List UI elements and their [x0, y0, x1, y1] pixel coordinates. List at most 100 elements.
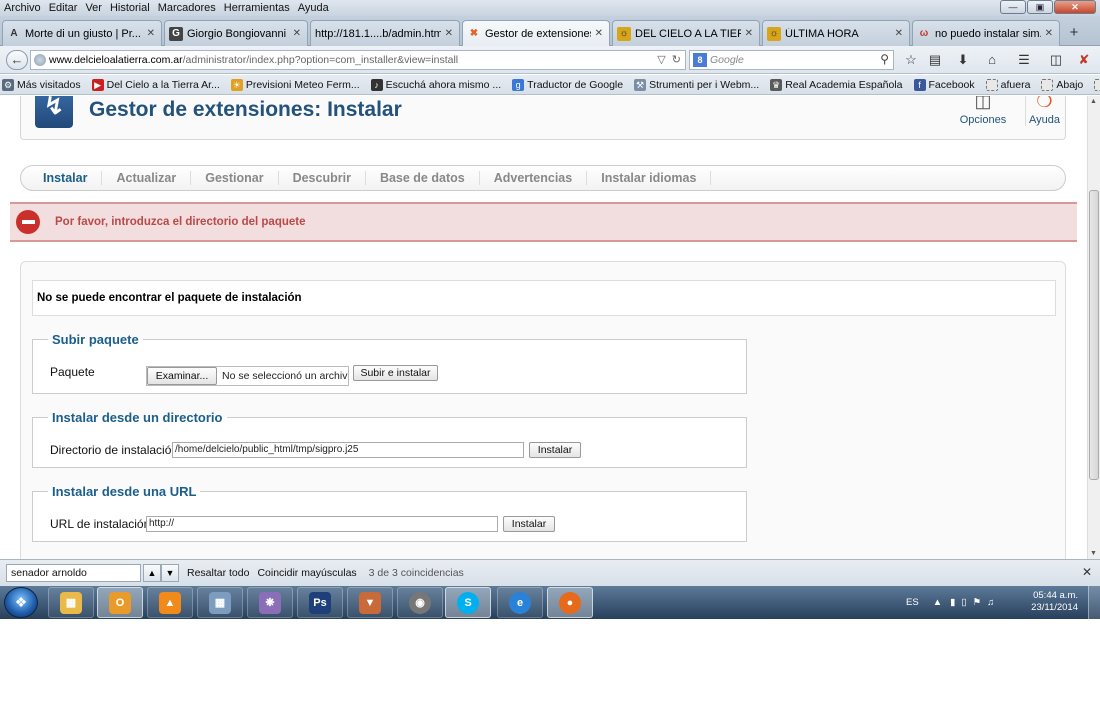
bookmark-arriba[interactable]: arriba	[1092, 78, 1100, 91]
tab-actualizar[interactable]: Actualizar	[102, 171, 192, 185]
highlight-all-button[interactable]: Resaltar todo	[187, 567, 249, 579]
menu-historial[interactable]: Historial	[106, 2, 154, 14]
tab-close-icon[interactable]: ✕	[745, 28, 753, 39]
taskbar-explorer[interactable]: ▦	[48, 587, 94, 618]
tab-base-de-datos[interactable]: Base de datos	[366, 171, 480, 185]
minimize-icon[interactable]: —	[1000, 0, 1026, 14]
bookmark-traductor[interactable]: g Traductor de Google	[510, 78, 623, 91]
taskbar-outlook[interactable]: O	[97, 587, 143, 618]
new-tab-icon[interactable]: +	[1064, 24, 1084, 41]
bookmark-label: Más visitados	[17, 78, 81, 91]
taskbar-photoshop[interactable]: Ps	[297, 587, 343, 618]
bookmark-star-icon[interactable]: ☆	[902, 51, 920, 69]
install-url-button[interactable]: Instalar	[503, 516, 555, 532]
tab-close-icon[interactable]: ✕	[445, 28, 453, 39]
tab-close-icon[interactable]: ✕	[595, 28, 603, 39]
tab-descubrir[interactable]: Descubrir	[279, 171, 366, 185]
clock[interactable]: 05:44 a.m. 23/11/2014	[1018, 590, 1078, 614]
tab-instalar-idiomas[interactable]: Instalar idiomas	[587, 171, 712, 185]
menu-herramientas[interactable]: Herramientas	[220, 2, 294, 14]
find-input[interactable]: senador arnoldo	[6, 564, 141, 582]
maximize-icon[interactable]: ▣	[1027, 0, 1053, 14]
addon-icon[interactable]: ◫	[1047, 51, 1065, 69]
folder-icon	[985, 78, 998, 91]
tab-label: Morte di un giusto | Pr...	[25, 27, 141, 40]
bookmark-mas-visitados[interactable]: ⚙ Más visitados	[0, 78, 81, 91]
start-button[interactable]: ❖	[4, 587, 38, 618]
bookmark-previsioni-meteo[interactable]: ☀ Previsioni Meteo Ferm...	[229, 78, 360, 91]
find-previous-icon[interactable]: ▲	[143, 564, 161, 582]
menu-icon[interactable]: ☰	[1015, 51, 1033, 69]
tab-admin-html[interactable]: http://181.1....b/admin.html ✕	[310, 20, 460, 46]
url-bar[interactable]: www.delcieloalatierra.com.ar/administrat…	[30, 50, 686, 70]
taskbar-vlc[interactable]: ▲	[147, 587, 193, 618]
show-desktop-button[interactable]	[1088, 586, 1100, 619]
language-indicator[interactable]: ES	[906, 597, 919, 608]
tab-instalar[interactable]: Instalar	[29, 171, 103, 185]
tab-morte-di-un-giusto[interactable]: A Morte di un giusto | Pr... ✕	[2, 20, 162, 46]
flag-icon[interactable]: ⚑	[973, 597, 982, 608]
file-input[interactable]: Examinar... No se seleccionó un archivo.	[146, 366, 349, 386]
menu-marcadores[interactable]: Marcadores	[154, 2, 220, 14]
bookmark-strumenti[interactable]: ⚒ Strumenti per i Webm...	[632, 78, 759, 91]
network-icon[interactable]: ▮	[950, 597, 955, 608]
taskbar-webcam[interactable]: ◉	[397, 587, 443, 618]
tab-ultima-hora[interactable]: ☼ ÚLTIMA HORA ✕	[762, 20, 910, 46]
close-find-icon[interactable]: ✕	[1082, 565, 1092, 579]
taskbar-firefox[interactable]: ●	[547, 587, 593, 618]
taskbar-internet-explorer[interactable]: e	[497, 587, 543, 618]
tab-no-puedo-instalar[interactable]: ω no puedo instalar sim... ✕	[912, 20, 1060, 46]
menu-ayuda[interactable]: Ayuda	[294, 2, 333, 14]
tab-close-icon[interactable]: ✕	[1045, 28, 1053, 39]
battery-icon[interactable]: ▯	[961, 597, 966, 608]
back-button[interactable]: ←	[6, 50, 28, 70]
volume-icon[interactable]: ♫	[987, 597, 994, 608]
tab-close-icon[interactable]: ✕	[895, 28, 903, 39]
taskbar-calculator[interactable]: ▦	[197, 587, 243, 618]
bookmark-abajo[interactable]: Abajo	[1039, 78, 1083, 91]
match-case-button[interactable]: Coincidir mayúsculas	[257, 567, 356, 579]
directory-input[interactable]: /home/delcielo/public_html/tmp/sigpro.j2…	[172, 442, 524, 458]
scrollbar-thumb[interactable]	[1089, 190, 1099, 480]
taskbar-installer[interactable]: ▼	[347, 587, 393, 618]
menu-editar[interactable]: Editar	[45, 2, 82, 14]
tab-del-cielo[interactable]: ☼ DEL CIELO A LA TIERRA ✕	[612, 20, 760, 46]
install-directory-button[interactable]: Instalar	[529, 442, 581, 458]
taskbar-spider[interactable]: ❋	[247, 587, 293, 618]
tab-advertencias[interactable]: Advertencias	[480, 171, 588, 185]
menu-ver[interactable]: Ver	[81, 2, 106, 14]
search-icon[interactable]: ⚲	[880, 52, 889, 66]
search-engine-icon[interactable]: 8	[693, 53, 707, 67]
tray-expand-icon[interactable]: ▲	[933, 597, 942, 608]
bookmark-escucha-ahora[interactable]: ♪ Escuchá ahora mismo ...	[369, 78, 501, 91]
tab-gestor-extensiones[interactable]: ✖ Gestor de extensiones ... ✕	[462, 20, 610, 46]
scroll-down-icon[interactable]: ▼	[1090, 550, 1097, 557]
bookmark-facebook[interactable]: f Facebook	[912, 78, 975, 91]
url-input[interactable]: http://	[146, 516, 498, 532]
bookmark-del-cielo[interactable]: ▶ Del Cielo a la Tierra Ar...	[90, 78, 220, 91]
help-button[interactable]: ❍ Ayuda	[1025, 96, 1063, 126]
home-icon[interactable]: ⌂	[983, 51, 1001, 69]
tab-close-icon[interactable]: ✕	[293, 28, 301, 39]
bookmarks-list-icon[interactable]: ▤	[926, 51, 944, 69]
bookmark-afuera[interactable]: afuera	[984, 78, 1030, 91]
taskbar-skype[interactable]: S	[445, 587, 491, 618]
close-window-icon[interactable]: ✕	[1054, 0, 1096, 14]
search-input[interactable]: 8 Google ⚲	[689, 50, 894, 70]
tab-close-icon[interactable]: ✕	[147, 28, 155, 39]
browse-button[interactable]: Examinar...	[147, 367, 217, 385]
vertical-scrollbar[interactable]: ▲ ▼	[1087, 96, 1100, 559]
reload-icon[interactable]: ▽ ↻	[657, 53, 681, 66]
spider-icon: ❋	[259, 591, 281, 614]
tab-gestionar[interactable]: Gestionar	[191, 171, 279, 185]
scroll-up-icon[interactable]: ▲	[1090, 98, 1097, 105]
menu-archivo[interactable]: Archivo	[0, 2, 45, 14]
download-icon[interactable]: ⬇	[954, 51, 972, 69]
bookmark-rae[interactable]: ♛ Real Academia Española	[768, 78, 903, 91]
find-next-icon[interactable]: ▼	[161, 564, 179, 582]
upload-install-button[interactable]: Subir e instalar	[353, 365, 438, 381]
tab-giorgio-bongiovanni[interactable]: G Giorgio Bongiovanni E... ✕	[164, 20, 308, 46]
extension-icon[interactable]: ✘	[1075, 51, 1093, 69]
lifebuoy-icon: ❍	[1036, 96, 1053, 111]
options-button[interactable]: ◫ Opciones	[958, 96, 1008, 126]
